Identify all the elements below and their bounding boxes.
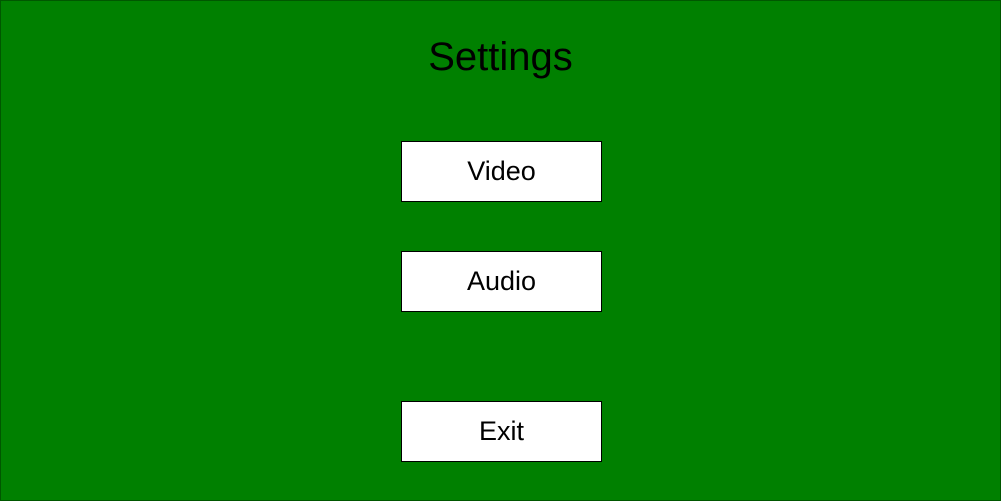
video-button-label: Video: [467, 156, 536, 186]
video-button[interactable]: Video: [401, 141, 602, 202]
audio-button-label: Audio: [466, 266, 537, 296]
settings-screen: Settings Video Audio Exit: [0, 0, 1001, 501]
page-title: Settings: [428, 35, 573, 79]
exit-button[interactable]: Exit: [401, 401, 602, 462]
audio-button[interactable]: Audio: [401, 251, 602, 312]
exit-button-label: Exit: [478, 416, 524, 446]
